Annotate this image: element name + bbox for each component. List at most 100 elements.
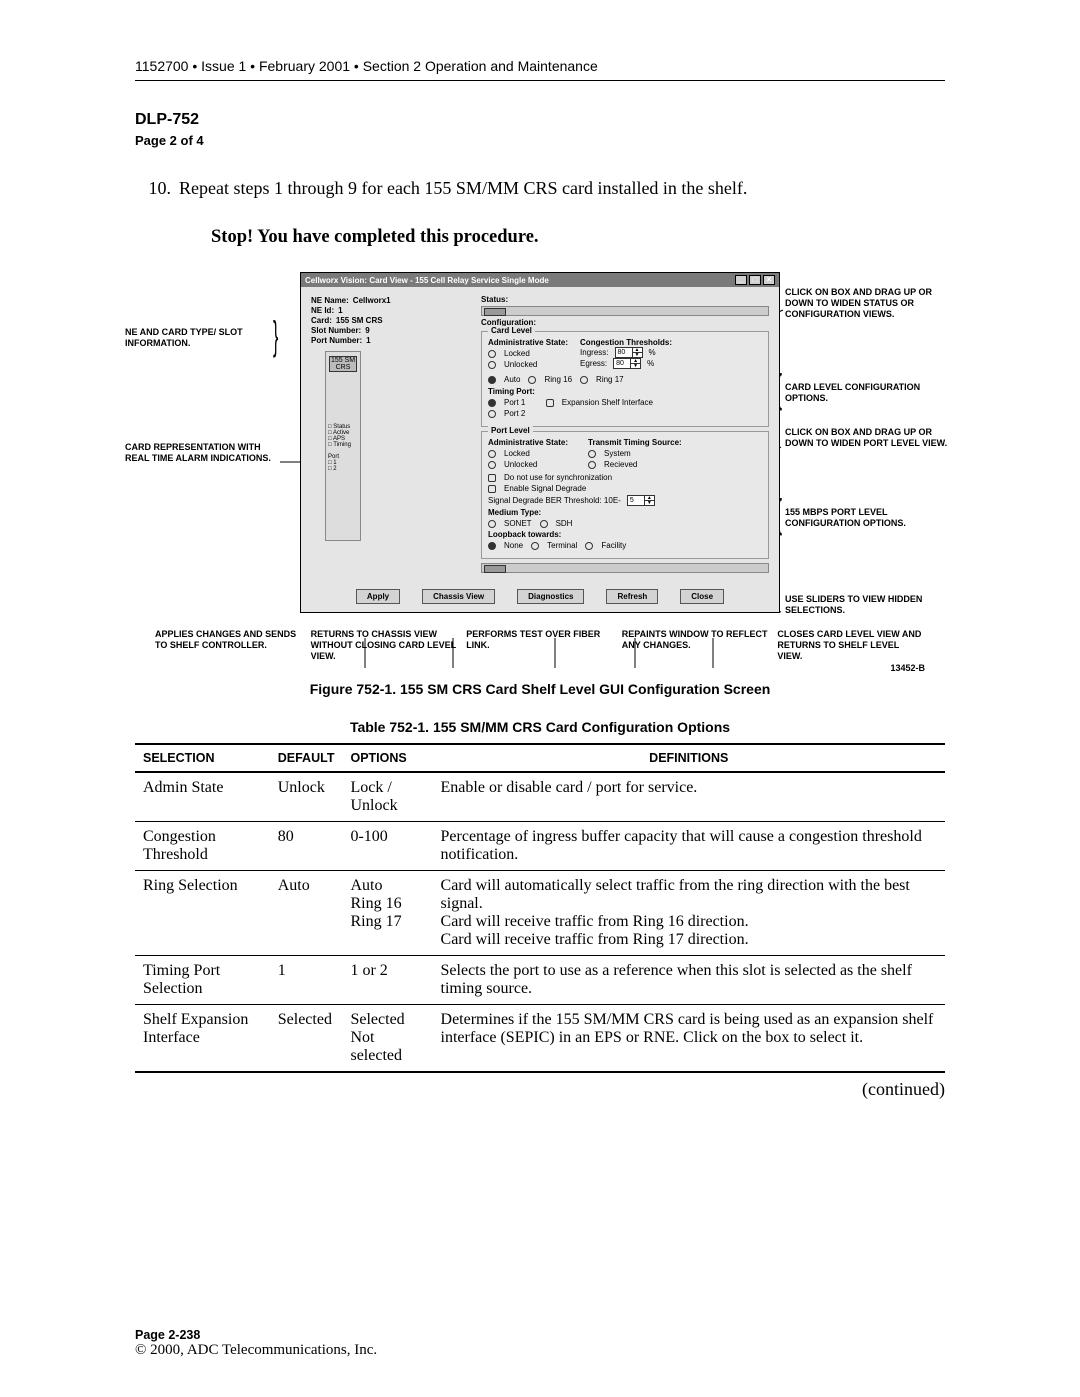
pl-unlocked-label: Unlocked [504, 460, 537, 469]
apply-button[interactable]: Apply [356, 589, 400, 604]
annot-drag-status: CLICK ON BOX AND DRAG UP OR DOWN TO WIDE… [785, 287, 955, 319]
table-cell: Shelf Expansion Interface [135, 1005, 270, 1073]
ingress-spinner[interactable]: 80▲▼ [615, 347, 643, 358]
port-value: 1 [366, 336, 370, 345]
radio-recieved[interactable] [588, 461, 596, 469]
slot-label: Slot Number: [311, 326, 361, 335]
radio-auto[interactable] [488, 376, 496, 384]
sdber-label: Signal Degrade BER Threshold: 10E- [488, 496, 621, 505]
ne-id-value: 1 [338, 306, 342, 315]
none-label: None [504, 541, 523, 550]
radio-sdh[interactable] [540, 520, 548, 528]
table-cell: Enable or disable card / port for servic… [433, 772, 945, 822]
table-row: Timing Port Selection11 or 2Selects the … [135, 956, 945, 1005]
table-cell: Ring Selection [135, 871, 270, 956]
radio-pl-unlocked[interactable] [488, 461, 496, 469]
card-title: 155 SM CRS [329, 356, 357, 372]
table-cell: Card will automatically select traffic f… [433, 871, 945, 956]
table-cell: Auto [270, 871, 343, 956]
pct-label: % [649, 348, 656, 357]
sdh-label: SDH [556, 519, 573, 528]
figure-code: 13452-B [890, 663, 925, 674]
ring16-label: Ring 16 [544, 375, 572, 384]
table-cell: 0-100 [342, 822, 432, 871]
radio-sonet[interactable] [488, 520, 496, 528]
table-caption: Table 752-1. 155 SM/MM CRS Card Configur… [135, 719, 945, 735]
th-options: OPTIONS [342, 744, 432, 772]
sdber-spinner[interactable]: 5▲▼ [627, 495, 655, 506]
brace-icon: } [273, 314, 278, 359]
table-cell: Unlock [270, 772, 343, 822]
slot-value: 9 [365, 326, 369, 335]
port-level-title: Port Level [488, 426, 533, 435]
nosync-label: Do not use for synchronization [504, 473, 612, 482]
medium-label: Medium Type: [488, 508, 762, 517]
minimize-icon[interactable]: _ [735, 275, 747, 285]
radio-terminal[interactable] [531, 542, 539, 550]
table-cell: Admin State [135, 772, 270, 822]
title-bar: Cellworx Vision: Card View - 155 Cell Re… [301, 273, 779, 287]
refresh-button[interactable]: Refresh [606, 589, 658, 604]
th-definitions: DEFINITIONS [433, 744, 945, 772]
locked-label: Locked [504, 349, 530, 358]
radio-locked[interactable] [488, 350, 496, 358]
scrollbar[interactable] [481, 563, 769, 573]
port-2-led: □ 2 [328, 466, 358, 472]
egress-spinner[interactable]: 80▲▼ [613, 358, 641, 369]
chassis-view-button[interactable]: Chassis View [422, 589, 495, 604]
card-graphic: 155 SM CRS □ Status □ Active □ APS □ Tim… [325, 351, 361, 541]
radio-none[interactable] [488, 542, 496, 550]
app-window: Cellworx Vision: Card View - 155 Cell Re… [300, 272, 780, 613]
egress-label: Egress: [580, 359, 607, 368]
close-icon[interactable]: × [763, 275, 775, 285]
maximize-icon[interactable]: □ [749, 275, 761, 285]
table-row: Shelf Expansion InterfaceSelectedSelecte… [135, 1005, 945, 1073]
checkbox-expansion[interactable] [546, 399, 554, 407]
radio-port1[interactable] [488, 399, 496, 407]
page-footer: Page 2-238 © 2000, ADC Telecommunication… [135, 1328, 377, 1359]
ne-id-label: NE Id: [311, 306, 334, 315]
annot-card-level: CARD LEVEL CONFIGURATION OPTIONS. [785, 382, 955, 404]
table-cell: Timing Port Selection [135, 956, 270, 1005]
step-number: 10. [135, 178, 179, 199]
annot-close: CLOSES CARD LEVEL VIEW AND RETURNS TO SH… [777, 629, 925, 661]
radio-facility[interactable] [585, 542, 593, 550]
tts-label: Transmit Timing Source: [588, 438, 682, 447]
ring17-label: Ring 17 [596, 375, 624, 384]
radio-pl-locked[interactable] [488, 450, 496, 458]
annot-port-level: 155 MBPS PORT LEVEL CONFIGURATION OPTION… [785, 507, 955, 529]
annot-sliders: USE SLIDERS TO VIEW HIDDEN SELECTIONS. [785, 594, 955, 616]
card-label: Card: [311, 316, 332, 325]
radio-ring16[interactable] [528, 376, 536, 384]
congestion-label: Congestion Thresholds: [580, 338, 672, 347]
radio-ring17[interactable] [580, 376, 588, 384]
table-cell: Determines if the 155 SM/MM CRS card is … [433, 1005, 945, 1073]
annot-ne-card: NE AND CARD TYPE/ SLOT INFORMATION. [125, 327, 265, 349]
port-level-panel: Port Level Administrative State: Locked … [481, 431, 769, 559]
checkbox-ensd[interactable] [488, 485, 496, 493]
table-cell: Auto Ring 16 Ring 17 [342, 871, 432, 956]
diagnostics-button[interactable]: Diagnostics [517, 589, 584, 604]
table-cell: 1 [270, 956, 343, 1005]
radio-system[interactable] [588, 450, 596, 458]
loopback-label: Loopback towards: [488, 530, 762, 539]
th-selection: SELECTION [135, 744, 270, 772]
port-label: Port Number: [311, 336, 362, 345]
annot-refresh: REPAINTS WINDOW TO REFLECT ANY CHANGES. [622, 629, 770, 661]
table-cell: Percentage of ingress buffer capacity th… [433, 822, 945, 871]
admin-state-label-pl: Administrative State: [488, 438, 568, 447]
annot-diag: PERFORMS TEST OVER FIBER LINK. [466, 629, 614, 661]
pct-label: % [647, 359, 654, 368]
radio-unlocked[interactable] [488, 361, 496, 369]
unlocked-label: Unlocked [504, 360, 537, 369]
th-default: DEFAULT [270, 744, 343, 772]
checkbox-nosync[interactable] [488, 474, 496, 482]
table-cell: Congestion Threshold [135, 822, 270, 871]
card-level-panel: Card Level Administrative State: Locked … [481, 331, 769, 427]
table-row: Admin StateUnlockLock / UnlockEnable or … [135, 772, 945, 822]
table-cell: 1 or 2 [342, 956, 432, 1005]
close-button[interactable]: Close [680, 589, 724, 604]
radio-port2[interactable] [488, 410, 496, 418]
table-cell: Selected Not selected [342, 1005, 432, 1073]
table-cell: Selected [270, 1005, 343, 1073]
